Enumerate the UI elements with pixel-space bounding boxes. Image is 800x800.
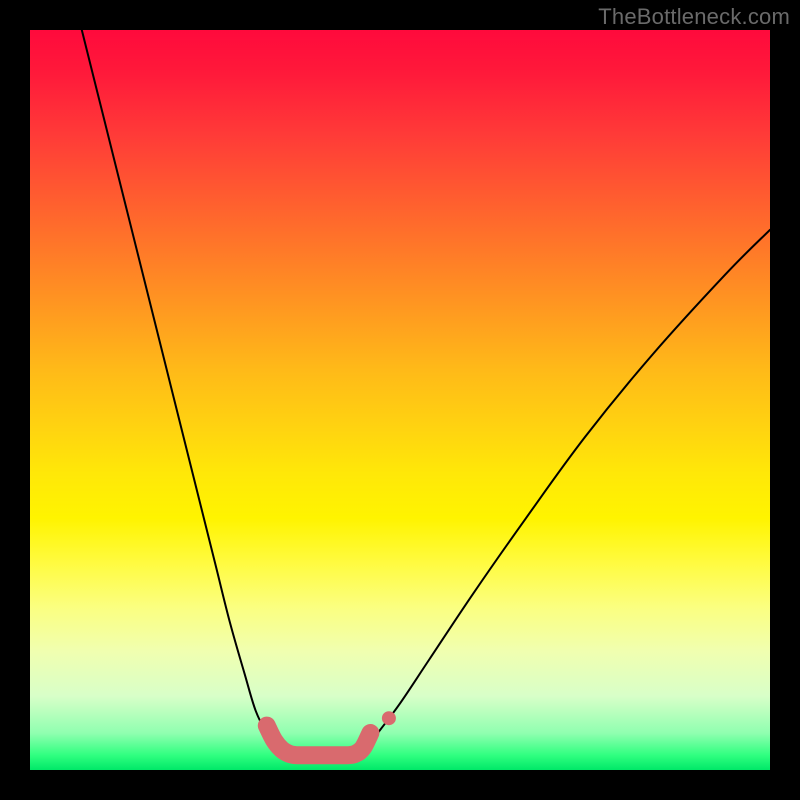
plot-area — [30, 30, 770, 770]
bottom-band — [267, 726, 371, 756]
chart-frame: TheBottleneck.com — [0, 0, 800, 800]
left-curve — [82, 30, 297, 755]
chart-svg — [30, 30, 770, 770]
right-curve — [356, 230, 770, 755]
bottom-dot — [382, 711, 396, 725]
watermark-text: TheBottleneck.com — [598, 4, 790, 30]
